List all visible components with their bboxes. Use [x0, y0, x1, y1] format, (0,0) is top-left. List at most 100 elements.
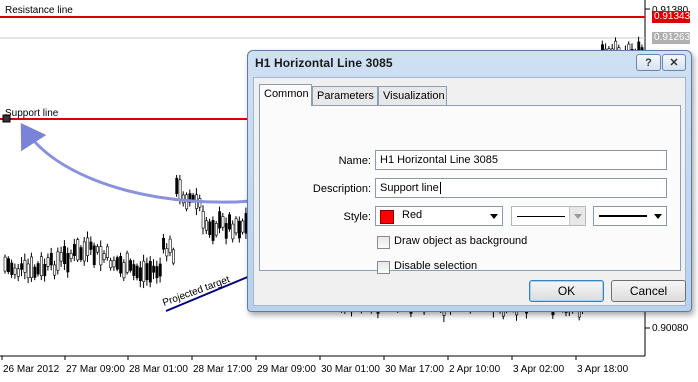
candle-body [155, 266, 159, 279]
candle-body [46, 257, 50, 267]
color-select[interactable]: Red [375, 206, 503, 226]
time-label-0: 26 Mar 2012 [3, 364, 60, 375]
candle-body [172, 249, 175, 264]
ok-button[interactable]: OK [529, 280, 604, 302]
time-label-8: 3 Apr 02:00 [513, 364, 565, 375]
candle-body [165, 248, 169, 257]
candle-body [69, 252, 73, 259]
line-style-preview [517, 216, 565, 217]
candle-body [76, 239, 80, 261]
background-checkbox-label: Draw object as background [394, 235, 528, 247]
candle-body [13, 267, 17, 275]
disable-selection-checkbox-label: Disable selection [394, 260, 478, 272]
candle-body [119, 256, 123, 274]
candle-body [112, 260, 116, 268]
dialog-client-area: Common Parameters Visualization Name: H1… [253, 77, 686, 306]
close-icon: ✕ [669, 57, 679, 69]
line-width-preview [599, 215, 647, 217]
candle-body [238, 220, 241, 239]
candle-body [152, 265, 156, 273]
candle-body [106, 246, 109, 258]
candle-body [89, 241, 93, 250]
candle-body [109, 260, 113, 269]
candle-body [79, 247, 83, 260]
dialog-title: H1 Horizontal Line 3085 [255, 56, 393, 70]
time-axis [1, 356, 577, 360]
candle-body [20, 263, 24, 270]
cancel-button[interactable]: Cancel [611, 280, 686, 302]
candle-body [125, 252, 129, 273]
name-field[interactable]: H1 Horizontal Line 3085 [375, 150, 667, 170]
close-button[interactable]: ✕ [662, 54, 686, 71]
candle-body [214, 223, 218, 236]
candle-body [162, 237, 165, 250]
background-checkbox[interactable] [377, 236, 390, 249]
candle-body [224, 223, 228, 239]
time-label-9: 3 Apr 18:00 [577, 364, 629, 375]
candle-body [66, 252, 70, 273]
candle-body [168, 238, 172, 253]
candle-body [82, 241, 86, 262]
candle-body [53, 264, 57, 276]
candle-body [43, 264, 47, 277]
candle-body [205, 220, 208, 231]
candle-body [201, 211, 205, 229]
candle-body [231, 223, 235, 240]
candle-body [73, 244, 76, 256]
resistance-price-tag: 0.91343 [652, 11, 691, 23]
candle-body [30, 256, 33, 279]
projected-target-label: Projected target [161, 274, 231, 309]
resistance-line-label: Resistance line [5, 5, 73, 16]
time-label-1: 27 Mar 09:00 [66, 364, 125, 375]
line-style-select[interactable] [511, 206, 586, 226]
candle-body [135, 265, 139, 279]
current-price-tag: 0.91263 [652, 32, 691, 44]
candle-body [23, 260, 27, 273]
price-label-bottom: 0.90080 [652, 323, 689, 334]
description-field[interactable]: Support line [375, 178, 667, 198]
style-label: Style: [343, 211, 371, 223]
candle-body [218, 211, 222, 229]
time-label-2: 28 Mar 01:00 [129, 364, 188, 375]
candle-body [59, 252, 63, 262]
name-label: Name: [338, 155, 371, 167]
description-label: Description: [312, 183, 371, 195]
candle-body [234, 218, 238, 234]
help-button[interactable]: ? [636, 54, 661, 71]
candle-body [145, 263, 149, 281]
color-swatch [380, 210, 394, 224]
candle-body [211, 220, 215, 241]
tab-common[interactable]: Common [259, 84, 312, 106]
chevron-down-icon [574, 214, 582, 219]
candle-body [175, 177, 179, 194]
candle-body [39, 256, 43, 277]
candle-body [208, 221, 212, 235]
tab-visualization[interactable]: Visualization [378, 86, 447, 105]
candle-body [26, 263, 30, 279]
candle-body [158, 263, 162, 277]
description-value: Support line [380, 182, 439, 194]
candle-body [86, 237, 90, 256]
candle-body [96, 246, 100, 253]
support-line-label: Support line [5, 108, 59, 119]
tab-parameters[interactable]: Parameters [312, 86, 378, 105]
dialog-titlebar[interactable]: H1 Horizontal Line 3085 ? ✕ [248, 51, 691, 75]
candle-body [56, 251, 60, 271]
candle-body [3, 256, 7, 272]
time-label-5: 30 Mar 01:00 [321, 364, 380, 375]
horizontal-line-properties-dialog: H1 Horizontal Line 3085 ? ✕ Common Param… [247, 50, 692, 312]
candle-body [16, 268, 20, 277]
time-label-7: 2 Apr 10:00 [449, 364, 501, 375]
candle-body [7, 258, 10, 273]
chevron-down-icon [490, 214, 498, 219]
text-cursor [439, 182, 441, 194]
disable-selection-checkbox[interactable] [377, 261, 390, 274]
line-width-select[interactable] [593, 206, 667, 226]
candle-body [148, 260, 152, 283]
candle-body [99, 246, 103, 266]
common-tab-panel: Name: H1 Horizontal Line 3085 Descriptio… [259, 105, 681, 274]
candle-body [132, 264, 136, 276]
time-label-3: 28 Mar 17:00 [193, 364, 252, 375]
time-label-6: 30 Mar 17:00 [385, 364, 444, 375]
candle-body [33, 266, 37, 278]
